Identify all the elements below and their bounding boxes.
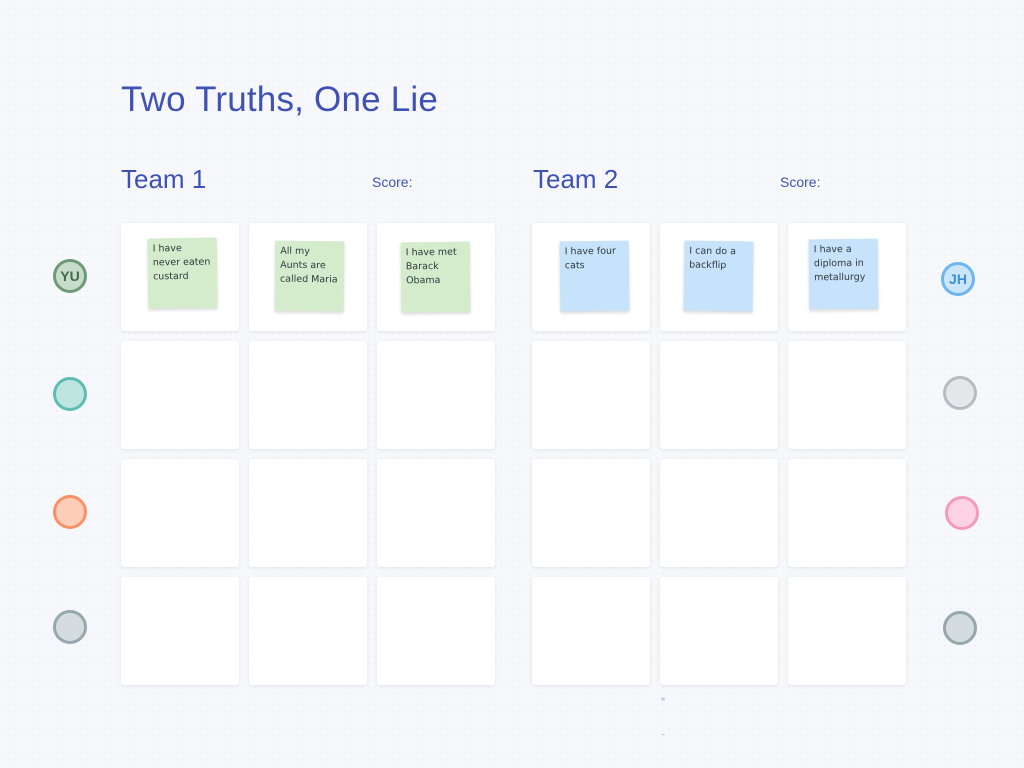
team-1-cell[interactable] <box>249 459 367 567</box>
team-2-cell[interactable] <box>660 577 778 685</box>
team-2-cell[interactable] <box>788 577 906 685</box>
team-2-score-label: Score: <box>780 174 821 190</box>
team-2-cell[interactable]: I can do a backflip <box>660 223 778 331</box>
team-2-cell[interactable] <box>532 341 650 449</box>
team-2-cell[interactable] <box>788 341 906 449</box>
team-1-cell[interactable]: All my Aunts are called Maria <box>249 223 367 331</box>
sticky-note[interactable]: I have a diploma in metallurgy <box>808 238 879 310</box>
avatar-initials: JH <box>949 271 967 287</box>
avatar-initials: YU <box>60 268 80 284</box>
team-2-cell[interactable] <box>532 577 650 685</box>
team-1-score-label: Score: <box>372 174 413 190</box>
participant-avatar[interactable] <box>945 496 979 530</box>
participant-avatar[interactable]: JH <box>941 262 975 296</box>
team-2-grid: I have four cats I can do a backflip I h… <box>532 223 906 685</box>
team-1-cell[interactable] <box>121 459 239 567</box>
participant-avatar[interactable] <box>53 610 87 644</box>
team-2-cell[interactable]: I have four cats <box>532 223 650 331</box>
team-1-grid: I have never eaten custard All my Aunts … <box>121 223 495 685</box>
sticky-note[interactable]: I have met Barack Obama <box>400 241 471 313</box>
team-2-cell[interactable] <box>660 341 778 449</box>
participant-avatar[interactable] <box>943 376 977 410</box>
canvas-dot <box>661 697 665 701</box>
team-2-cell[interactable]: I have a diploma in metallurgy <box>788 223 906 331</box>
team-1-cell[interactable] <box>249 577 367 685</box>
participant-avatar[interactable] <box>53 377 87 411</box>
team-2-cell[interactable] <box>660 459 778 567</box>
team-2-cell[interactable] <box>788 459 906 567</box>
team-1-cell[interactable] <box>377 341 495 449</box>
team-1-cell[interactable] <box>377 577 495 685</box>
team-1-cell[interactable] <box>121 341 239 449</box>
sticky-note[interactable]: I can do a backflip <box>683 240 754 312</box>
whiteboard-canvas[interactable]: Two Truths, One Lie Team 1 Score: Team 2… <box>0 0 1024 768</box>
team-2-cell[interactable] <box>532 459 650 567</box>
team-1-cell[interactable] <box>377 459 495 567</box>
sticky-note[interactable]: I have never eaten custard <box>147 237 218 309</box>
sticky-note[interactable]: All my Aunts are called Maria <box>274 240 345 312</box>
participant-avatar[interactable] <box>53 495 87 529</box>
sticky-note[interactable]: I have four cats <box>559 240 630 312</box>
participant-avatar[interactable] <box>943 611 977 645</box>
team-1-cell[interactable] <box>121 577 239 685</box>
canvas-dash <box>661 734 665 735</box>
team-1-cell[interactable]: I have never eaten custard <box>121 223 239 331</box>
team-1-cell[interactable]: I have met Barack Obama <box>377 223 495 331</box>
participant-avatar[interactable]: YU <box>53 259 87 293</box>
team-1-title: Team 1 <box>121 164 207 194</box>
team-1-cell[interactable] <box>249 341 367 449</box>
board-title: Two Truths, One Lie <box>121 80 439 119</box>
team-2-title: Team 2 <box>533 164 619 194</box>
